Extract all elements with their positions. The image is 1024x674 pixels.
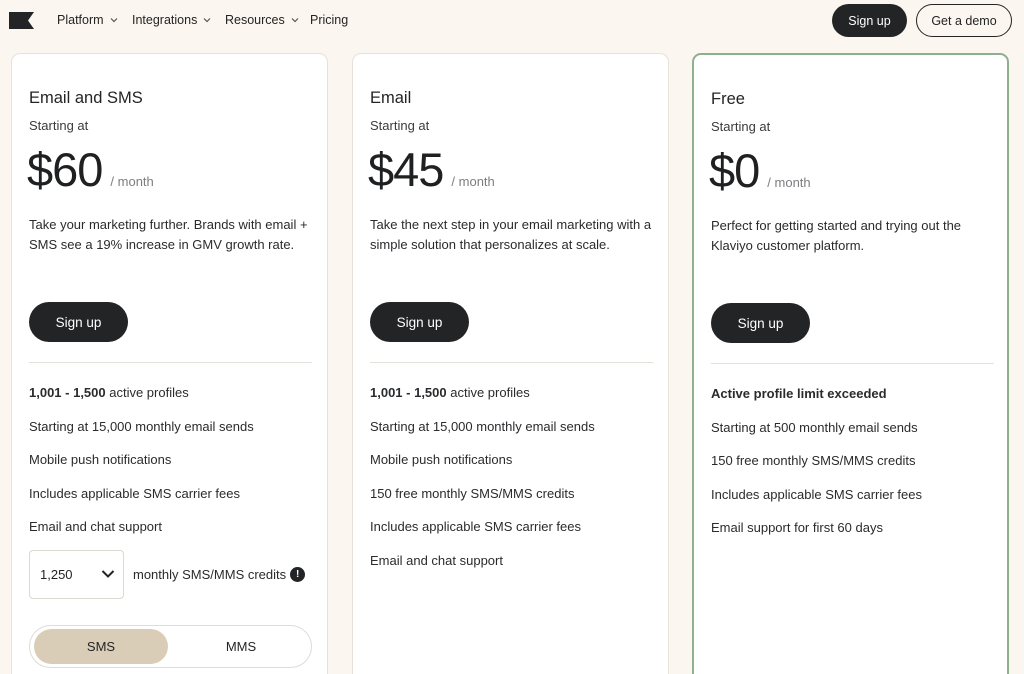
feature-text: Email and chat support xyxy=(370,552,503,568)
plan-name: Free xyxy=(711,90,745,108)
pricing-card-email: Email Starting at $45 / month Take the n… xyxy=(352,53,669,674)
feature-text: Starting at 500 monthly email sends xyxy=(711,419,918,435)
price-period: / month xyxy=(110,174,154,189)
top-navigation: Platform Integrations Resources Pricing … xyxy=(0,0,1024,42)
plan-description: Take your marketing further. Brands with… xyxy=(29,217,308,252)
plan-price: $60 xyxy=(27,143,103,196)
feature-item: 150 free monthly SMS/MMS credits xyxy=(711,453,1001,487)
price-period: / month xyxy=(451,174,495,189)
divider xyxy=(711,363,994,364)
nav-item-pricing[interactable]: Pricing xyxy=(310,13,348,27)
nav-item-label: Integrations xyxy=(132,13,198,27)
price-row: $60 / month xyxy=(27,142,154,197)
chevron-down-icon xyxy=(110,18,117,23)
sms-credits-value: 1,250 xyxy=(40,567,73,582)
pricing-card-email-sms: Email and SMS Starting at $60 / month Ta… xyxy=(11,53,328,674)
nav-item-label: Pricing xyxy=(310,13,349,27)
klaviyo-logo-icon[interactable] xyxy=(9,12,34,29)
feature-bold: Active profile limit exceeded xyxy=(711,386,887,401)
feature-text: Includes applicable SMS carrier fees xyxy=(711,486,922,502)
feature-item: 1,001 - 1,500 active profiles xyxy=(29,385,319,419)
feature-text: Starting at 15,000 monthly email sends xyxy=(370,418,595,434)
nav-item-label: Resources xyxy=(225,13,285,27)
starting-at-label: Starting at xyxy=(29,118,89,133)
feature-item: 1,001 - 1,500 active profiles xyxy=(370,385,660,419)
plan-signup-button[interactable]: Sign up xyxy=(370,302,469,342)
divider xyxy=(370,362,653,363)
feature-item: Email support for first 60 days xyxy=(711,520,1001,554)
feature-bold: 1,001 - 1,500 xyxy=(29,385,106,400)
info-icon[interactable]: ! xyxy=(290,567,306,582)
price-row: $0 / month xyxy=(709,143,811,198)
feature-item: Mobile push notifications xyxy=(29,452,319,486)
get-demo-button[interactable]: Get a demo xyxy=(916,4,1012,37)
feature-item: Includes applicable SMS carrier fees xyxy=(29,486,319,520)
feature-text: Email and chat support xyxy=(29,519,162,534)
price-row: $45 / month xyxy=(368,142,495,197)
starting-at-label: Starting at xyxy=(370,118,430,133)
feature-item: Mobile push notifications xyxy=(370,452,660,486)
feature-bold: 1,001 - 1,500 xyxy=(370,385,447,400)
nav-item-integrations[interactable]: Integrations xyxy=(132,13,211,27)
plan-description: Take the next step in your email marketi… xyxy=(370,217,652,252)
chevron-down-icon xyxy=(101,570,115,578)
feature-text: active profiles xyxy=(105,385,189,400)
plan-signup-button[interactable]: Sign up xyxy=(711,303,810,343)
feature-list: Active profile limit exceeded Starting a… xyxy=(711,386,1001,554)
plan-name: Email and SMS xyxy=(29,89,143,107)
feature-item: Starting at 500 monthly email sends xyxy=(711,420,1001,454)
pricing-card-free: Free Starting at $0 / month Perfect for … xyxy=(692,53,1009,674)
toggle-option-sms[interactable]: SMS xyxy=(34,629,168,664)
feature-item: Starting at 15,000 monthly email sends xyxy=(370,419,660,453)
nav-item-label: Platform xyxy=(57,13,104,27)
plan-price: $45 xyxy=(368,143,444,196)
price-period: / month xyxy=(767,175,811,190)
chevron-down-icon xyxy=(203,18,211,23)
feature-text: Includes applicable SMS carrier fees xyxy=(29,485,240,501)
sms-credits-label: monthly SMS/MMS credits xyxy=(133,567,287,582)
sms-credits-select[interactable]: 1,250 xyxy=(29,550,124,599)
plan-description: Perfect for getting started and trying o… xyxy=(711,218,962,253)
feature-item: Includes applicable SMS carrier fees xyxy=(370,519,660,553)
feature-text: Mobile push notifications xyxy=(370,452,513,467)
feature-text: Email support for first 60 days xyxy=(711,520,883,535)
nav-signup-button[interactable]: Sign up xyxy=(832,4,907,37)
toggle-option-mms[interactable]: MMS xyxy=(174,629,308,664)
feature-item: Email and chat support xyxy=(370,553,660,587)
feature-text: Includes applicable SMS carrier fees xyxy=(370,519,581,534)
sms-mms-toggle: SMS MMS xyxy=(29,625,312,668)
plan-signup-button[interactable]: Sign up xyxy=(29,302,128,342)
sms-credits-label-row: monthly SMS/MMS credits ! xyxy=(133,567,306,582)
chevron-down-icon xyxy=(291,18,299,23)
nav-item-platform[interactable]: Platform xyxy=(57,13,118,27)
feature-text: active profiles xyxy=(446,385,530,400)
feature-item: Includes applicable SMS carrier fees xyxy=(711,487,1001,521)
plan-price: $0 xyxy=(709,144,760,197)
starting-at-label: Starting at xyxy=(711,119,771,134)
feature-item: 150 free monthly SMS/MMS credits xyxy=(370,486,660,520)
feature-item: Active profile limit exceeded xyxy=(711,386,1001,420)
feature-item: Email and chat support xyxy=(29,519,319,553)
feature-list: 1,001 - 1,500 active profiles Starting a… xyxy=(29,385,319,553)
feature-text: 150 free monthly SMS/MMS credits xyxy=(711,453,916,468)
feature-text: 150 free monthly SMS/MMS credits xyxy=(370,485,575,501)
feature-list: 1,001 - 1,500 active profiles Starting a… xyxy=(370,385,660,586)
feature-text: Mobile push notifications xyxy=(29,452,172,467)
feature-text: Starting at 15,000 monthly email sends xyxy=(29,418,254,434)
feature-item: Starting at 15,000 monthly email sends xyxy=(29,419,319,453)
divider xyxy=(29,362,312,363)
nav-item-resources[interactable]: Resources xyxy=(225,13,299,27)
plan-name: Email xyxy=(370,89,412,107)
